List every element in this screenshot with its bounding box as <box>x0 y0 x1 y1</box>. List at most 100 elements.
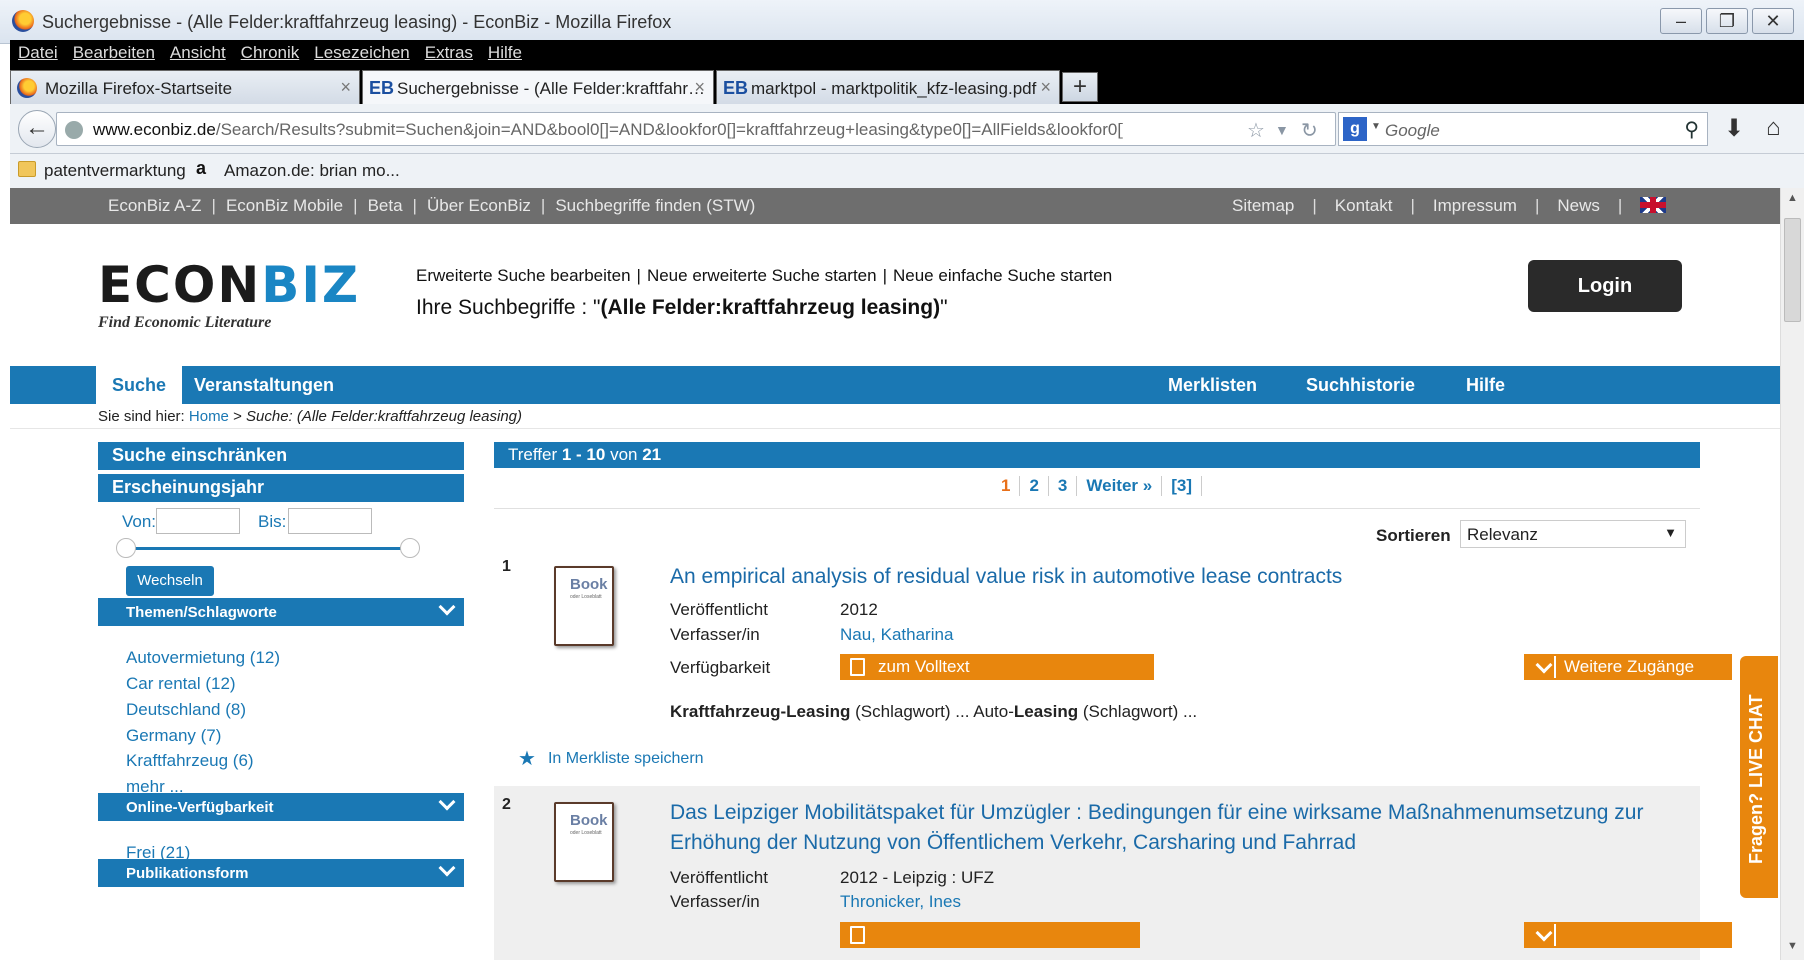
breadcrumb-home[interactable]: Home <box>189 408 229 425</box>
result-title-link[interactable]: An empirical analysis of residual value … <box>670 562 1342 592</box>
online-facet-header[interactable]: Online-Verfügbarkeit <box>98 793 464 821</box>
facet-kraftfahrzeug[interactable]: Kraftfahrzeug (6) <box>126 751 254 771</box>
nav-sitemap[interactable]: Sitemap <box>1232 196 1294 215</box>
year-facet-header[interactable]: Erscheinungsjahr <box>98 474 464 502</box>
bookmark-star-icon[interactable]: ☆ <box>1247 118 1265 143</box>
tab-label: Mozilla Firefox-Startseite <box>45 79 233 98</box>
back-button[interactable]: ← <box>18 110 56 148</box>
result-number: 2 <box>502 796 511 813</box>
reload-icon[interactable]: ↻ <box>1301 118 1318 143</box>
scrollbar-thumb[interactable] <box>1784 218 1801 322</box>
suchhistorie-link[interactable]: Suchhistorie <box>1306 366 1415 404</box>
main-navigation: Suche Veranstaltungen Merklisten Suchhis… <box>10 366 1780 404</box>
nav-suchbegriffe[interactable]: Suchbegriffe finden (STW) <box>555 196 755 215</box>
page-scrollbar[interactable]: ▲ ▼ <box>1780 188 1804 960</box>
topics-facet-header[interactable]: Themen/Schlagworte <box>98 598 464 626</box>
logo-tagline: Find Economic Literature <box>98 314 272 331</box>
tab-suche[interactable]: Suche <box>96 366 182 404</box>
hilfe-link[interactable]: Hilfe <box>1466 366 1505 404</box>
restore-button[interactable]: ❐ <box>1706 8 1748 34</box>
tab-firefox-start[interactable]: Mozilla Firefox-Startseite × <box>10 70 360 104</box>
edit-advanced-search-link[interactable]: Erweiterte Suche bearbeiten <box>416 266 631 285</box>
year-from-input[interactable] <box>156 508 240 534</box>
menu-hilfe[interactable]: Hilfe <box>480 40 529 63</box>
nav-ueber-econbiz[interactable]: Über EconBiz <box>427 196 531 215</box>
year-to-input[interactable] <box>288 508 372 534</box>
menu-datei[interactable]: Datei <box>10 40 65 63</box>
book-cover-icon: Book oder Loseblatt <box>554 802 614 882</box>
scroll-down-icon[interactable]: ▼ <box>1787 940 1798 952</box>
tab-veranstaltungen[interactable]: Veranstaltungen <box>194 366 334 404</box>
star-icon: ★ <box>518 748 536 770</box>
tab-search-results[interactable]: EB Suchergebnisse - (Alle Felder:kraftfa… <box>362 70 714 104</box>
wechseln-button[interactable]: Wechseln <box>126 566 214 596</box>
page-1[interactable]: 1 <box>992 476 1021 496</box>
author-label: Verfasser/in <box>670 892 760 911</box>
slider-knob-max[interactable] <box>400 538 420 558</box>
page-2[interactable]: 2 <box>1020 476 1049 496</box>
close-tab-icon[interactable]: × <box>1040 77 1051 98</box>
nav-kontakt[interactable]: Kontakt <box>1335 196 1393 215</box>
new-tab-button[interactable]: + <box>1062 72 1098 102</box>
facet-car-rental[interactable]: Car rental (12) <box>126 674 236 694</box>
result-title-link[interactable]: Das Leipziger Mobilitätspaket für Umzügl… <box>670 798 1680 858</box>
more-access-button[interactable]: Weitere Zugänge <box>1524 654 1732 680</box>
english-flag-icon[interactable] <box>1640 197 1667 213</box>
chevron-down-icon <box>438 796 454 812</box>
tab-marktpol-pdf[interactable]: EB marktpol - marktpolitik_kfz-leasing.p… <box>716 70 1060 104</box>
sort-select[interactable]: Relevanz ▼ <box>1460 520 1686 548</box>
slider-knob-min[interactable] <box>116 538 136 558</box>
pdf-fulltext-button[interactable] <box>840 922 1140 948</box>
download-icon[interactable]: ⬇ <box>1724 114 1744 143</box>
url-dropdown-icon[interactable]: ▼ <box>1275 122 1289 138</box>
last-page-link[interactable]: [3] <box>1162 476 1202 496</box>
login-button[interactable]: Login <box>1528 260 1682 312</box>
home-icon[interactable]: ⌂ <box>1766 114 1781 142</box>
menu-chronik[interactable]: Chronik <box>233 40 307 63</box>
close-window-button[interactable]: ✕ <box>1752 8 1794 34</box>
menu-extras[interactable]: Extras <box>417 40 480 63</box>
new-simple-search-link[interactable]: Neue einfache Suche starten <box>893 266 1112 285</box>
nav-econbiz-mobile[interactable]: EconBiz Mobile <box>226 196 343 215</box>
menu-ansicht[interactable]: Ansicht <box>162 40 233 63</box>
econbiz-logo[interactable]: ECONBIZ <box>98 256 360 314</box>
author-link[interactable]: Thronicker, Ines <box>840 892 961 912</box>
live-chat-tab[interactable]: Fragen? LIVE CHAT <box>1740 656 1778 898</box>
pubform-facet-header[interactable]: Publikationsform <box>98 859 464 887</box>
more-access-button[interactable] <box>1524 922 1732 948</box>
page-content: EconBiz A-Z | EconBiz Mobile | Beta | Über Eco… <box>10 188 1780 960</box>
nav-news[interactable]: News <box>1557 196 1600 215</box>
page-3[interactable]: 3 <box>1049 476 1078 496</box>
close-tab-icon[interactable]: × <box>694 77 705 98</box>
save-to-list-link[interactable]: ★ In Merkliste speichern <box>518 746 704 771</box>
document-icon <box>850 926 865 944</box>
facet-autovermietung[interactable]: Autovermietung (12) <box>126 648 280 668</box>
web-search-box[interactable]: g ▼ Google ⚲ <box>1338 112 1708 146</box>
scroll-up-icon[interactable]: ▲ <box>1787 192 1798 204</box>
bookmark-patentvermarktung[interactable]: patentvermarktung <box>44 161 186 181</box>
nav-econbiz-az[interactable]: EconBiz A-Z <box>108 196 202 215</box>
firefox-logo-icon <box>12 10 34 32</box>
facet-germany[interactable]: Germany (7) <box>126 726 221 746</box>
url-text[interactable]: www.econbiz.de/Search/Results?submit=Suc… <box>93 120 1123 140</box>
url-bar[interactable]: www.econbiz.de/Search/Results?submit=Suc… <box>56 112 1336 146</box>
new-advanced-search-link[interactable]: Neue erweiterte Suche starten <box>647 266 877 285</box>
menu-lesezeichen[interactable]: Lesezeichen <box>306 40 416 63</box>
window-title: Suchergebnisse - (Alle Felder:kraftfahrz… <box>42 12 672 32</box>
search-icon[interactable]: ⚲ <box>1684 117 1699 142</box>
facet-deutschland[interactable]: Deutschland (8) <box>126 700 246 720</box>
minimize-button[interactable]: – <box>1660 8 1702 34</box>
nav-beta[interactable]: Beta <box>368 196 403 215</box>
google-engine-icon[interactable]: g <box>1343 117 1367 141</box>
bookmark-amazon[interactable]: Amazon.de: brian mo... <box>224 161 400 181</box>
result-snippet: Kraftfahrzeug-Leasing (Schlagwort) ... A… <box>670 702 1198 721</box>
engine-dropdown-icon[interactable]: ▼ <box>1371 121 1381 132</box>
close-tab-icon[interactable]: × <box>340 77 351 98</box>
next-page-link[interactable]: Weiter » <box>1077 476 1163 496</box>
fulltext-button[interactable]: zum Volltext <box>840 654 1154 680</box>
nav-impressum[interactable]: Impressum <box>1433 196 1517 215</box>
menu-bearbeiten[interactable]: Bearbeiten <box>65 40 162 63</box>
merklisten-link[interactable]: Merklisten <box>1168 366 1257 404</box>
author-link[interactable]: Nau, Katharina <box>840 625 953 645</box>
search-placeholder: Google <box>1385 121 1440 140</box>
